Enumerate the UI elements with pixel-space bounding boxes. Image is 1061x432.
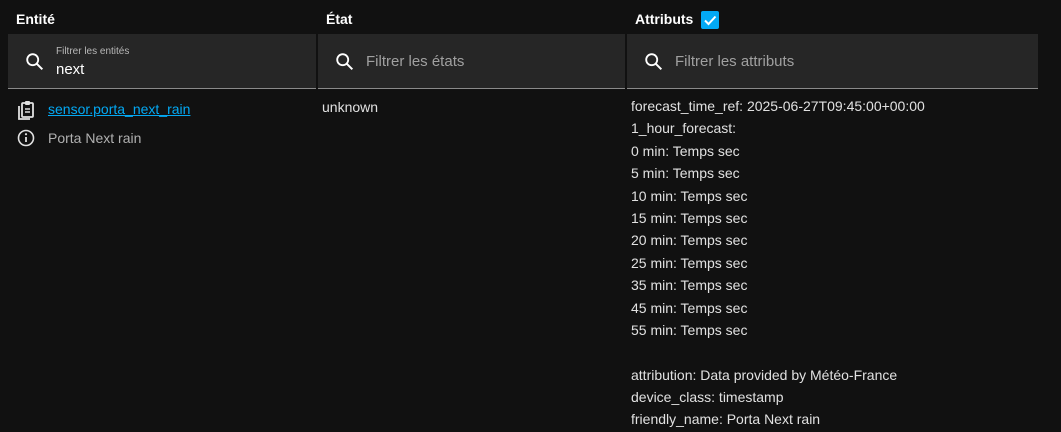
state-filter-field[interactable]: Filtrer les états [318, 34, 625, 89]
attribute-line: device_class: timestamp [631, 389, 784, 406]
info-icon[interactable] [17, 129, 35, 147]
attribute-line: 0 min: Temps sec [631, 142, 740, 159]
entity-filter-input[interactable]: next [56, 61, 84, 78]
column-header-attributes: Attributs [635, 11, 694, 27]
search-icon [336, 53, 354, 71]
column-header-entity: Entité [16, 11, 55, 27]
attribute-line: 55 min: Temps sec [631, 321, 748, 338]
attribute-line: 5 min: Temps sec [631, 165, 740, 182]
check-icon [704, 15, 717, 26]
attributes-checkbox[interactable] [701, 11, 719, 29]
attributes-filter-field[interactable]: Filtrer les attributs [627, 34, 1038, 89]
attribute-line: 25 min: Temps sec [631, 254, 748, 271]
entity-id-link[interactable]: sensor.porta_next_rain [48, 101, 190, 117]
column-header-state: État [326, 11, 353, 27]
entity-friendly-name: Porta Next rain [48, 130, 142, 146]
entity-filter-label: Filtrer les entités [56, 46, 130, 57]
attribute-line: 20 min: Temps sec [631, 232, 748, 249]
attribute-line [631, 341, 925, 363]
attribute-line: 10 min: Temps sec [631, 187, 748, 204]
entity-state-value: unknown [322, 99, 379, 115]
attribute-line: 15 min: Temps sec [631, 209, 748, 226]
attribute-line: friendly_name: Porta Next rain [631, 411, 821, 428]
attributes-list: forecast_time_ref: 2025-06-27T09:45:00+0… [631, 95, 925, 431]
search-icon [26, 53, 44, 71]
attribute-line: 1_hour_forecast: [631, 120, 737, 137]
attribute-line: attribution: Data provided by Météo-Fran… [631, 366, 898, 383]
attribute-line: 35 min: Temps sec [631, 277, 748, 294]
attributes-filter-input[interactable]: Filtrer les attributs [675, 53, 794, 70]
entity-filter-field[interactable]: Filtrer les entités next [8, 34, 316, 89]
attribute-line: 45 min: Temps sec [631, 299, 748, 316]
search-icon [645, 53, 663, 71]
state-filter-input[interactable]: Filtrer les états [366, 53, 464, 70]
clipboard-icon[interactable] [17, 100, 35, 120]
attribute-line: forecast_time_ref: 2025-06-27T09:45:00+0… [631, 98, 925, 114]
